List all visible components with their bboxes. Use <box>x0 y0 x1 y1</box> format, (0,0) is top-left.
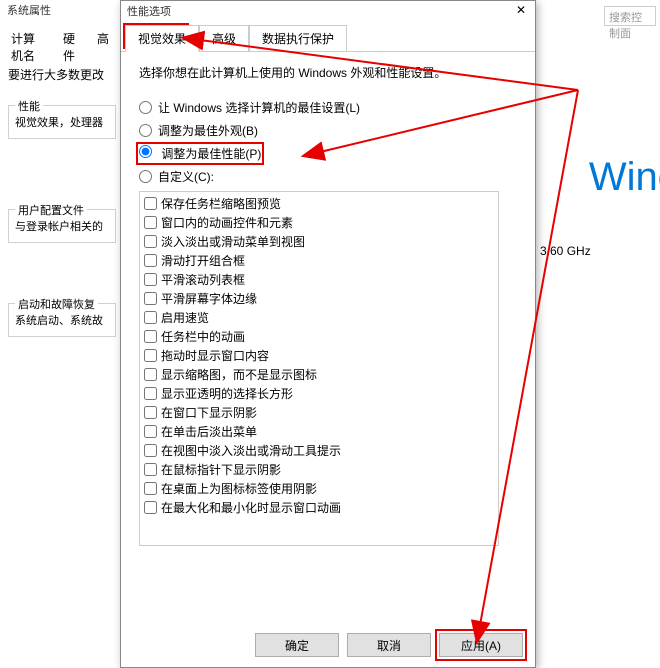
checkbox[interactable] <box>144 425 157 438</box>
bg-line1: 要进行大多数更改 <box>8 66 116 83</box>
checkbox[interactable] <box>144 387 157 400</box>
checkbox[interactable] <box>144 349 157 362</box>
checkbox[interactable] <box>144 463 157 476</box>
performance-options-dialog: 性能选项 ✕ 视觉效果 高级 数据执行保护 选择你想在此计算机上使用的 Wind… <box>120 0 536 668</box>
radio-best-performance[interactable]: 调整为最佳性能(P) <box>139 145 517 162</box>
radio-input-let-windows[interactable] <box>139 101 152 114</box>
list-item[interactable]: 在单击后淡出菜单 <box>142 422 496 441</box>
checkbox[interactable] <box>144 311 157 324</box>
checkbox[interactable] <box>144 330 157 343</box>
list-item[interactable]: 平滑屏幕字体边缘 <box>142 289 496 308</box>
checkbox[interactable] <box>144 292 157 305</box>
list-item[interactable]: 淡入淡出或滑动菜单到视图 <box>142 232 496 251</box>
apply-button[interactable]: 应用(A) <box>439 633 523 657</box>
checkbox[interactable] <box>144 273 157 286</box>
radio-input-appearance[interactable] <box>139 124 152 137</box>
radio-input-performance[interactable] <box>139 145 152 158</box>
checkbox[interactable] <box>144 197 157 210</box>
cancel-button[interactable]: 取消 <box>347 633 431 657</box>
visual-effects-checklist[interactable]: 保存任务栏缩略图预览 窗口内的动画控件和元素 淡入淡出或滑动菜单到视图 滑动打开… <box>139 191 499 546</box>
checkbox[interactable] <box>144 482 157 495</box>
list-item[interactable]: 在视图中淡入淡出或滑动工具提示 <box>142 441 496 460</box>
tab-advanced[interactable]: 高级 <box>199 25 249 51</box>
list-item[interactable]: 在窗口下显示阴影 <box>142 403 496 422</box>
tab-dep[interactable]: 数据执行保护 <box>249 25 347 51</box>
checkbox[interactable] <box>144 406 157 419</box>
radio-label-let-windows: 让 Windows 选择计算机的最佳设置(L) <box>158 99 360 116</box>
bg-group3-title: 启动和故障恢复 <box>15 296 98 312</box>
list-item[interactable]: 在鼠标指针下显示阴影 <box>142 460 496 479</box>
list-item[interactable]: 拖动时显示窗口内容 <box>142 346 496 365</box>
bg-group2-text: 与登录帐户相关的 <box>15 218 109 234</box>
bg-group1-text: 视觉效果，处理器 <box>15 114 109 130</box>
bg-group3-text: 系统启动、系统故 <box>15 312 109 328</box>
tab-visual-effects[interactable]: 视觉效果 <box>125 25 199 52</box>
list-item[interactable]: 平滑滚动列表框 <box>142 270 496 289</box>
checkbox[interactable] <box>144 235 157 248</box>
radio-label-performance: 调整为最佳性能(P) <box>161 147 261 161</box>
checkbox[interactable] <box>144 216 157 229</box>
list-item[interactable]: 任务栏中的动画 <box>142 327 496 346</box>
checkbox[interactable] <box>144 444 157 457</box>
background-right-panel: 搜索控制面 <box>540 0 660 668</box>
bg-group1-title: 性能 <box>15 98 43 114</box>
list-item[interactable]: 显示亚透明的选择长方形 <box>142 384 496 403</box>
list-item[interactable]: 窗口内的动画控件和元素 <box>142 213 496 232</box>
background-left-panel: 系统属性 计算机名 硬件 高 要进行大多数更改 性能 视觉效果，处理器 用户配置… <box>0 0 120 668</box>
ok-button[interactable]: 确定 <box>255 633 339 657</box>
radio-best-appearance[interactable]: 调整为最佳外观(B) <box>139 122 517 139</box>
checkbox[interactable] <box>144 254 157 267</box>
radio-custom[interactable]: 自定义(C): <box>139 168 517 185</box>
radio-label-appearance: 调整为最佳外观(B) <box>158 122 258 139</box>
dialog-description: 选择你想在此计算机上使用的 Windows 外观和性能设置。 <box>139 64 517 81</box>
list-item[interactable]: 显示缩略图，而不是显示图标 <box>142 365 496 384</box>
dialog-titlebar: 性能选项 ✕ <box>121 1 535 21</box>
search-input[interactable]: 搜索控制面 <box>604 6 656 26</box>
bg-group2-title: 用户配置文件 <box>15 202 87 218</box>
bg-window-title: 系统属性 <box>3 0 113 18</box>
close-icon[interactable]: ✕ <box>511 1 531 19</box>
dialog-title: 性能选项 <box>127 3 171 19</box>
radio-let-windows-choose[interactable]: 让 Windows 选择计算机的最佳设置(L) <box>139 99 517 116</box>
list-item[interactable]: 在最大化和最小化时显示窗口动画 <box>142 498 496 517</box>
dialog-tabstrip: 视觉效果 高级 数据执行保护 <box>121 25 535 52</box>
dialog-content: 选择你想在此计算机上使用的 Windows 外观和性能设置。 让 Windows… <box>121 52 535 558</box>
checkbox[interactable] <box>144 501 157 514</box>
checkbox[interactable] <box>144 368 157 381</box>
windows-brand-text: Wind <box>589 155 660 200</box>
dialog-buttons: 确定 取消 应用(A) <box>255 633 523 657</box>
ghz-value: 3.60 GHz <box>540 244 591 258</box>
list-item[interactable]: 启用速览 <box>142 308 496 327</box>
list-item[interactable]: 在桌面上为图标标签使用阴影 <box>142 479 496 498</box>
list-item[interactable]: 保存任务栏缩略图预览 <box>142 194 496 213</box>
radio-label-custom: 自定义(C): <box>158 168 214 185</box>
list-item[interactable]: 滑动打开组合框 <box>142 251 496 270</box>
radio-input-custom[interactable] <box>139 170 152 183</box>
